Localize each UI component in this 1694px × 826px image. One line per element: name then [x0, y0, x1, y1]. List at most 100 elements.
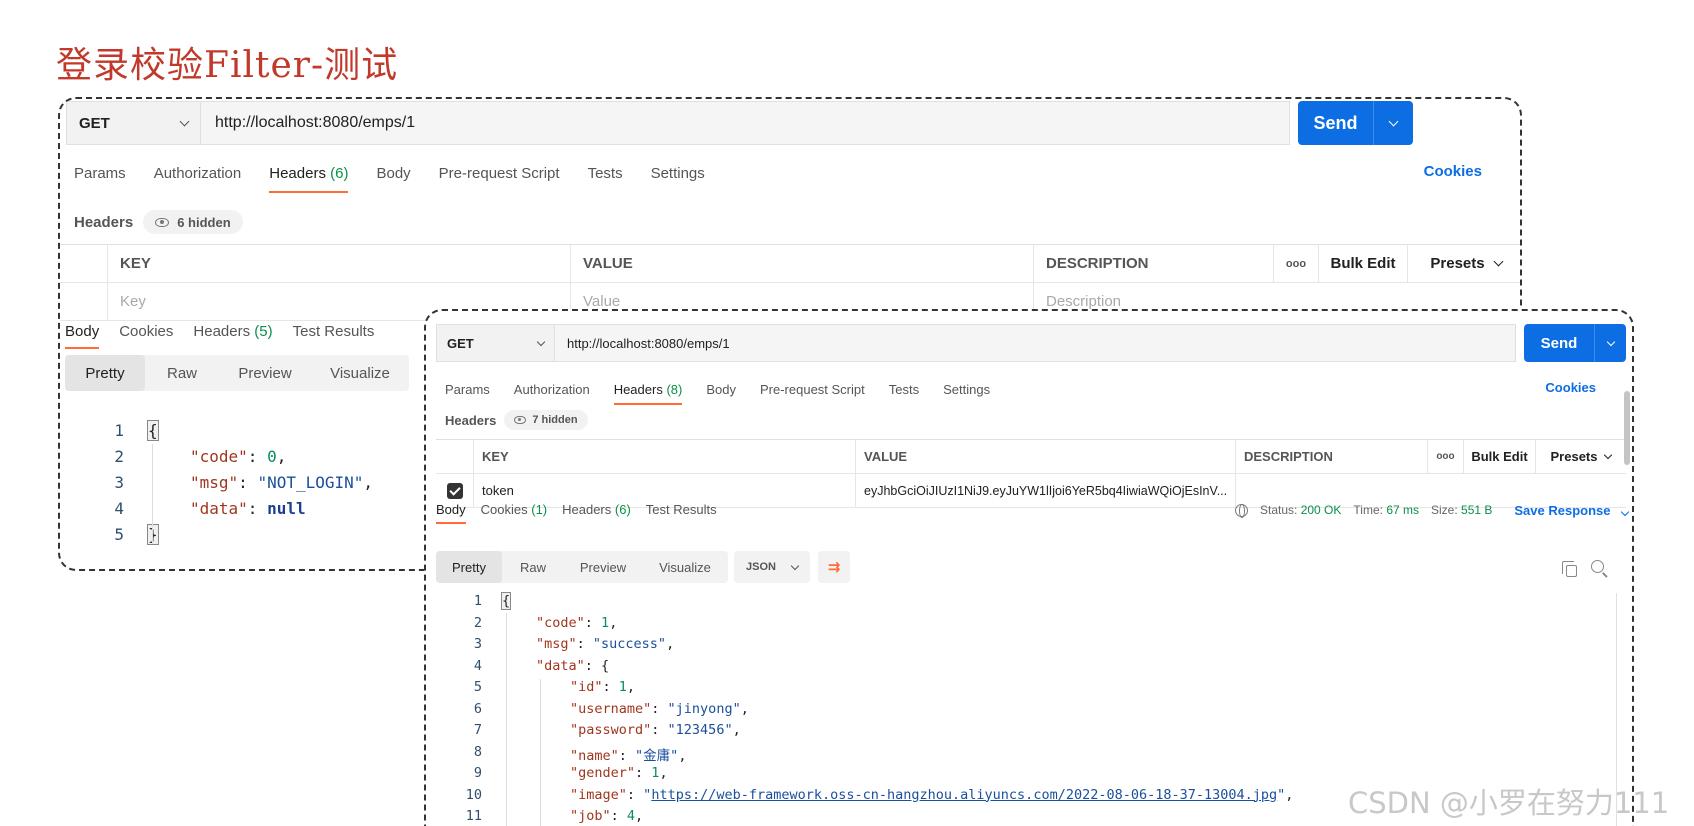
code-line: "username": "jinyong",	[570, 700, 749, 717]
code-line: "job": 4,	[570, 808, 644, 824]
copy-icon[interactable]	[1562, 561, 1577, 577]
send-button[interactable]: Send	[1524, 324, 1594, 362]
more-options-button[interactable]: ooo	[1428, 440, 1464, 473]
headers-summary: Headers 6 hidden	[74, 210, 243, 234]
chevron-down-icon	[179, 116, 190, 126]
tab-headers[interactable]: Headers (6)	[269, 165, 349, 193]
line-number: 6	[473, 700, 482, 717]
value-input[interactable]: eyJhbGciOiJIUzI1NiJ9.eyJuYW1lIjoi6YeR5bq…	[856, 474, 1236, 507]
response-tab-cookies[interactable]: Cookies	[119, 323, 173, 340]
save-response-button[interactable]: Save Response	[1514, 503, 1630, 518]
line-number: 4	[473, 657, 482, 674]
response-tab-body[interactable]: Body	[436, 502, 466, 524]
method-select[interactable]: GET	[66, 101, 200, 145]
cookies-link[interactable]: Cookies	[1424, 163, 1482, 180]
response-tab-headers[interactable]: Headers (5)	[193, 323, 272, 340]
eye-icon	[514, 416, 527, 424]
eye-icon	[155, 217, 170, 227]
cookies-link[interactable]: Cookies	[1545, 380, 1596, 395]
view-pretty[interactable]: Pretty	[65, 355, 145, 391]
search-icon[interactable]	[1591, 560, 1604, 573]
view-raw[interactable]: Raw	[145, 355, 219, 391]
url-input[interactable]: http://localhost:8080/emps/1	[554, 324, 1516, 362]
request-bar: GET http://localhost:8080/emps/1 Send	[66, 101, 1413, 145]
hidden-headers-toggle[interactable]: 6 hidden	[143, 210, 243, 234]
presets-dropdown[interactable]: Presets	[1408, 245, 1520, 282]
tab-settings[interactable]: Settings	[651, 165, 705, 182]
send-options-button[interactable]	[1594, 324, 1626, 362]
response-tab-test-results[interactable]: Test Results	[293, 323, 375, 340]
column-key: KEY	[108, 245, 571, 282]
tab-tests[interactable]: Tests	[889, 382, 919, 397]
tab-headers[interactable]: Headers (8)	[613, 382, 682, 405]
column-value: VALUE	[856, 440, 1236, 473]
view-preview[interactable]: Preview	[219, 355, 311, 391]
tab-body[interactable]: Body	[706, 382, 736, 397]
view-preview[interactable]: Preview	[564, 551, 642, 583]
column-value: VALUE	[571, 245, 1034, 282]
response-time: 67 ms	[1386, 503, 1419, 517]
code-line: "code": 0,	[190, 447, 287, 466]
presets-dropdown[interactable]: Presets	[1536, 440, 1626, 473]
code-line: "name": "金庸",	[570, 747, 687, 764]
tab-params[interactable]: Params	[74, 165, 126, 182]
view-raw[interactable]: Raw	[502, 551, 564, 583]
tab-tests[interactable]: Tests	[588, 165, 623, 182]
url-input[interactable]: http://localhost:8080/emps/1	[200, 101, 1290, 145]
tab-settings[interactable]: Settings	[943, 382, 990, 397]
view-visualize[interactable]: Visualize	[311, 355, 409, 391]
more-options-button[interactable]: ooo	[1274, 245, 1319, 282]
bulk-edit-button[interactable]: Bulk Edit	[1464, 440, 1536, 473]
indent-guide	[540, 679, 541, 826]
chevron-down-icon	[790, 561, 800, 570]
line-number: 2	[473, 614, 482, 631]
send-button[interactable]: Send	[1298, 101, 1373, 145]
line-number: 7	[473, 722, 482, 738]
send-options-button[interactable]	[1373, 101, 1413, 145]
response-tab-headers[interactable]: Headers (6)	[562, 502, 631, 517]
url-text: http://localhost:8080/emps/1	[215, 114, 416, 131]
request-tabs: Params Authorization Headers (8) Body Pr…	[445, 379, 990, 405]
chevron-down-icon	[1606, 337, 1615, 346]
chevron-down-icon	[1620, 507, 1630, 516]
response-tab-test-results[interactable]: Test Results	[646, 502, 717, 517]
wrap-lines-button[interactable]: ⇉	[818, 551, 850, 583]
headers-table: KEY VALUE DESCRIPTION ooo Bulk Edit Pres…	[436, 439, 1626, 508]
response-size: 551 B	[1461, 503, 1493, 517]
tab-authorization[interactable]: Authorization	[154, 165, 242, 182]
column-key: KEY	[474, 440, 856, 473]
table-header-row: KEY VALUE DESCRIPTION ooo Bulk Edit Pres…	[60, 245, 1520, 283]
csdn-watermark: CSDN @小罗在努力111	[1348, 786, 1670, 820]
tab-params[interactable]: Params	[445, 382, 490, 397]
hidden-headers-toggle[interactable]: 7 hidden	[504, 410, 588, 430]
column-description: DESCRIPTION	[1236, 440, 1428, 473]
response-tab-cookies[interactable]: Cookies (1)	[481, 502, 547, 517]
tab-body[interactable]: Body	[376, 165, 410, 182]
response-tab-body[interactable]: Body	[65, 323, 100, 349]
code-line: "data": {	[536, 657, 610, 674]
headers-scrollbar[interactable]	[1624, 391, 1630, 465]
method-label: GET	[447, 335, 474, 351]
indent-guide	[506, 613, 507, 826]
tab-authorization[interactable]: Authorization	[514, 382, 590, 397]
view-pretty[interactable]: Pretty	[436, 551, 502, 583]
image-url-link[interactable]: https://web-framework.oss-cn-hangzhou.al…	[651, 787, 1277, 803]
method-label: GET	[79, 114, 110, 132]
indent-guide	[152, 444, 153, 544]
code-line: "data": null	[190, 499, 306, 518]
code-line: "image": "https://web-framework.oss-cn-h…	[570, 786, 1294, 803]
code-line: {	[500, 592, 512, 610]
bulk-edit-button[interactable]: Bulk Edit	[1319, 245, 1408, 282]
view-visualize[interactable]: Visualize	[642, 551, 728, 583]
headers-label: Headers	[445, 412, 497, 428]
format-select[interactable]: JSON	[734, 551, 810, 583]
send-button-group: Send	[1298, 101, 1413, 145]
line-number: 3	[473, 636, 482, 652]
tab-pre-request-script[interactable]: Pre-request Script	[760, 382, 865, 397]
send-button-group: Send	[1524, 324, 1626, 362]
tab-pre-request-script[interactable]: Pre-request Script	[439, 165, 560, 182]
line-number: 3	[114, 473, 124, 492]
line-number: 9	[473, 765, 482, 781]
chevron-down-icon	[1493, 256, 1504, 267]
method-select[interactable]: GET	[436, 324, 554, 362]
